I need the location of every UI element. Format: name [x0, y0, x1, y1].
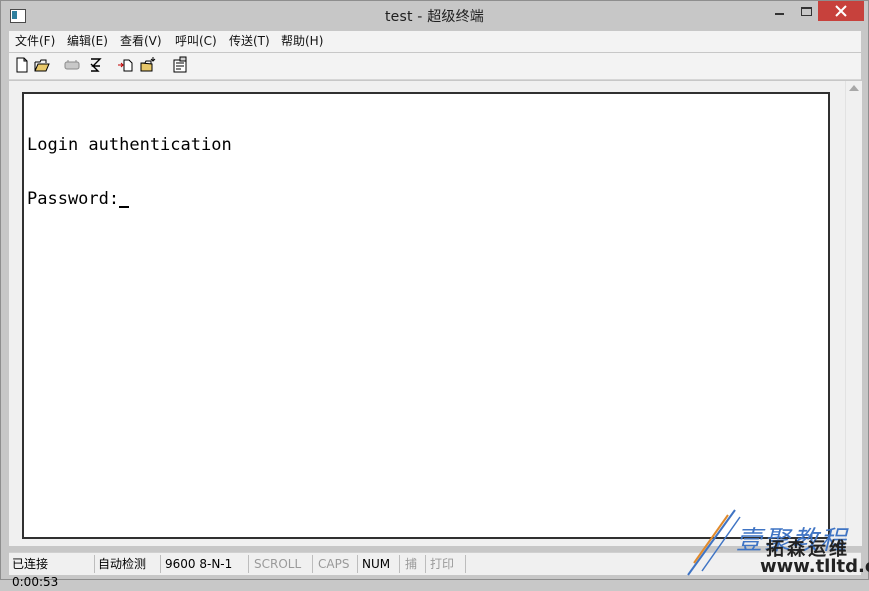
menu-edit[interactable]: 编辑(E): [67, 33, 108, 49]
status-caps: CAPS: [313, 555, 358, 573]
menu-file[interactable]: 文件(F): [15, 33, 55, 49]
window-title: test - 超级终端: [384, 9, 485, 25]
menu-help[interactable]: 帮助(H): [281, 33, 323, 49]
terminal-area: Login authentication Password:: [9, 81, 862, 546]
watermark: 壹聚教程 拓森运维 www.tlltd.cn: [680, 505, 869, 580]
title-bar[interactable]: test - 超级终端: [1, 1, 868, 31]
dial-icon[interactable]: [87, 56, 105, 74]
menu-view[interactable]: 查看(V): [120, 33, 162, 49]
menu-transfer[interactable]: 传送(T): [229, 33, 270, 49]
send-icon[interactable]: [117, 56, 135, 74]
close-button[interactable]: [818, 1, 864, 21]
close-icon: [835, 5, 847, 17]
toolbar: [9, 53, 861, 80]
open-icon[interactable]: [33, 56, 51, 74]
receive-icon[interactable]: [139, 56, 157, 74]
scroll-up-icon[interactable]: [849, 85, 859, 91]
status-print: 打印: [426, 555, 466, 573]
disconnect-icon[interactable]: [63, 56, 81, 74]
minimize-button[interactable]: [771, 1, 789, 21]
password-prompt: Password:: [27, 189, 120, 209]
properties-icon[interactable]: [171, 56, 189, 74]
menu-bar: 文件(F) 编辑(E) 查看(V) 呼叫(C) 传送(T) 帮助(H): [9, 31, 861, 52]
status-scroll: SCROLL: [249, 555, 313, 573]
status-num: NUM: [358, 555, 400, 573]
menu-call[interactable]: 呼叫(C): [175, 33, 217, 49]
status-capture: 捕: [400, 555, 426, 573]
terminal-line-login: Login authentication: [27, 135, 232, 155]
status-port-settings: 9600 8-N-1: [161, 555, 249, 573]
status-connection: 已连接 0:00:53: [9, 555, 95, 589]
vertical-scrollbar[interactable]: [845, 81, 862, 546]
new-icon[interactable]: [13, 56, 31, 74]
hyperterminal-window: test - 超级终端 文件(F) 编辑(E) 查看(V) 呼叫(C) 传送(T…: [0, 0, 869, 589]
terminal-line-password: Password:: [27, 189, 130, 209]
text-cursor: [119, 206, 130, 208]
terminal-screen[interactable]: Login authentication Password:: [22, 92, 830, 539]
maximize-button[interactable]: [796, 1, 818, 21]
watermark-url: www.tlltd.cn: [760, 556, 869, 577]
status-detect: 自动检测: [95, 555, 161, 573]
